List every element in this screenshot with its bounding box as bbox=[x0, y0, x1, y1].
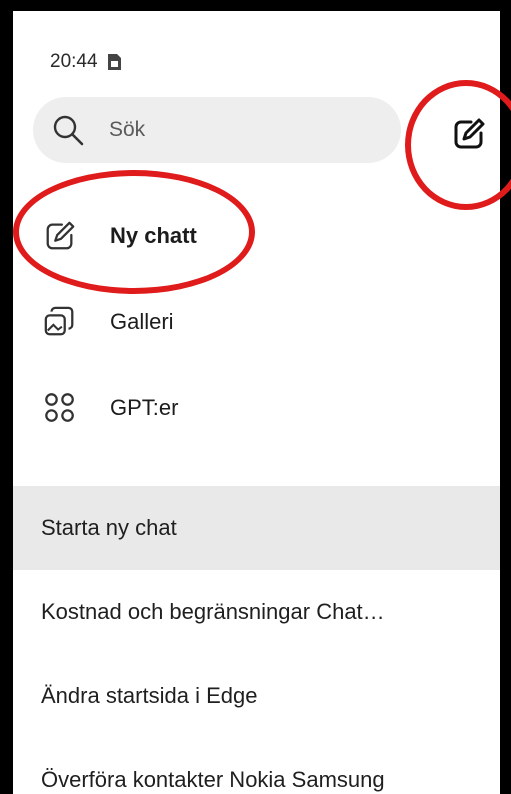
history-item-label: Starta ny chat bbox=[41, 515, 177, 540]
app-frame: 20:44 Sök Ny chatt Galleri GPT:er Starta… bbox=[0, 0, 511, 794]
history-item-label: Ändra startsida i Edge bbox=[41, 683, 258, 708]
search-bar[interactable]: Sök bbox=[33, 97, 401, 163]
menu-item-new-chat[interactable]: Ny chatt bbox=[43, 219, 197, 253]
status-time: 20:44 bbox=[50, 51, 98, 72]
sim-card-icon bbox=[107, 54, 121, 70]
history-item-edge[interactable]: Ändra startsida i Edge bbox=[13, 654, 500, 738]
search-icon bbox=[53, 115, 84, 146]
menu-item-label: Galleri bbox=[110, 309, 174, 334]
menu-item-gpts[interactable]: GPT:er bbox=[43, 391, 178, 425]
history-item-label: Kostnad och begränsningar Chat… bbox=[41, 599, 385, 624]
menu-item-label: Ny chatt bbox=[110, 223, 197, 248]
compose-icon bbox=[454, 118, 485, 149]
history-item-label: Överföra kontakter Nokia Samsung bbox=[41, 767, 385, 792]
history-item-starta[interactable]: Starta ny chat bbox=[13, 486, 500, 570]
chat-history-list: Starta ny chat Kostnad och begränsningar… bbox=[13, 486, 500, 794]
menu-item-label: GPT:er bbox=[110, 395, 179, 420]
menu-item-gallery[interactable]: Galleri bbox=[43, 305, 174, 339]
grid-icon bbox=[45, 393, 74, 422]
gallery-icon bbox=[44, 306, 74, 336]
status-bar: 20:44 bbox=[50, 51, 122, 73]
compose-icon bbox=[46, 221, 75, 250]
history-item-kostnad[interactable]: Kostnad och begränsningar Chat… bbox=[13, 570, 500, 654]
compose-button[interactable] bbox=[451, 116, 487, 152]
search-placeholder: Sök bbox=[109, 118, 146, 141]
history-item-kontakter[interactable]: Överföra kontakter Nokia Samsung bbox=[13, 738, 500, 794]
